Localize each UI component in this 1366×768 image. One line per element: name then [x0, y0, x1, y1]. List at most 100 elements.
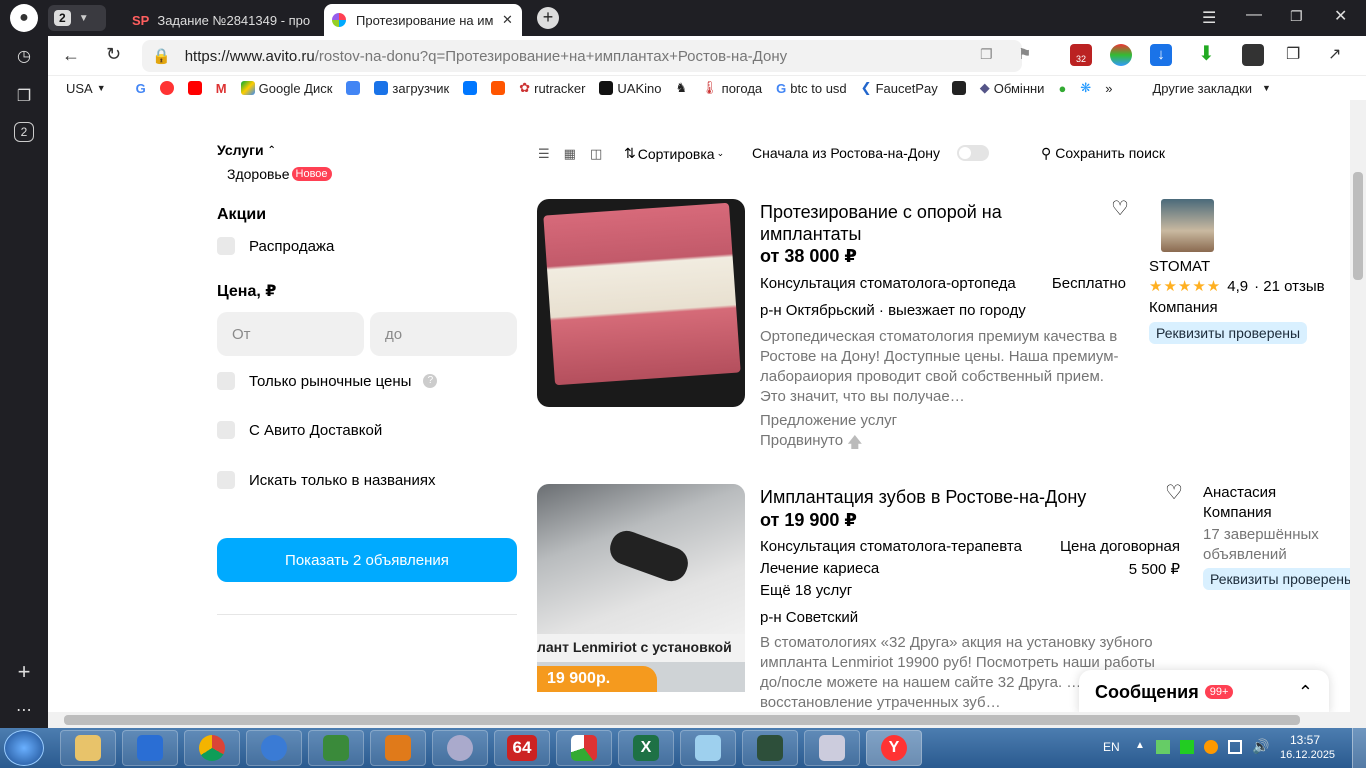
bookmark-weather[interactable]: 🌡 погода: [701, 80, 762, 96]
taskbar-notes[interactable]: [680, 730, 736, 766]
taskbar-explorer[interactable]: [60, 730, 116, 766]
tray-orange-icon[interactable]: [1204, 740, 1218, 754]
vertical-scrollbar[interactable]: [1350, 100, 1366, 712]
sort-dropdown[interactable]: ⇅ Сортировка ⌄: [624, 145, 724, 162]
market-price-checkbox[interactable]: [217, 372, 235, 390]
review-count[interactable]: · 21 отзыв: [1254, 278, 1325, 295]
back-icon[interactable]: ←: [62, 45, 80, 66]
bookmark-chess[interactable]: ♞: [675, 80, 687, 96]
health-category[interactable]: Здоровье Новое: [227, 166, 332, 182]
tray-expand-icon[interactable]: ▲: [1135, 740, 1145, 751]
avito-delivery-checkbox[interactable]: [217, 421, 235, 439]
bookmark-f[interactable]: [491, 81, 506, 95]
bookmark-btc[interactable]: Gbtc to usd: [776, 81, 847, 96]
scroll-thumb[interactable]: [1353, 172, 1363, 280]
bookmark-star[interactable]: ❋: [1080, 80, 1091, 96]
extension-dark-icon[interactable]: [1242, 44, 1264, 66]
taskbar-excel[interactable]: X: [618, 730, 674, 766]
taskbar-aida64[interactable]: 64: [494, 730, 550, 766]
clock[interactable]: 13:57 16.12.2025: [1280, 733, 1335, 763]
taskbar-chrome[interactable]: [184, 730, 240, 766]
taskbar-monitor[interactable]: [742, 730, 798, 766]
history-icon[interactable]: ◷: [10, 42, 38, 70]
scroll-thumb[interactable]: [64, 715, 1300, 725]
bookmarks-overflow[interactable]: »: [1105, 81, 1112, 96]
more-icon[interactable]: ⋯: [10, 696, 38, 724]
download-manager-icon[interactable]: ⬇: [1198, 44, 1220, 66]
titles-only-row[interactable]: Искать только в названиях: [217, 471, 435, 489]
seller-name[interactable]: Анастасия: [1203, 484, 1276, 501]
map-view-icon[interactable]: ◫: [590, 146, 602, 162]
download-icon[interactable]: ↓: [1150, 44, 1172, 66]
taskbar-wise[interactable]: [122, 730, 178, 766]
close-window-icon[interactable]: ✕: [1334, 6, 1347, 26]
price-to-input[interactable]: до: [370, 312, 517, 356]
tray-app-icon[interactable]: [1156, 740, 1170, 754]
tab-task[interactable]: SP Задание №2841349 - про: [124, 4, 320, 36]
taskbar-media[interactable]: [370, 730, 426, 766]
bookmark-google[interactable]: G: [136, 81, 146, 96]
taskbar-chart-app[interactable]: [556, 730, 612, 766]
language-indicator[interactable]: EN: [1103, 740, 1120, 754]
add-panel-icon[interactable]: +: [10, 658, 38, 686]
bookmark-uakino[interactable]: UAKino: [599, 81, 661, 96]
grid-view-icon[interactable]: ▦: [564, 146, 576, 162]
help-icon[interactable]: ?: [423, 374, 438, 388]
bookmark-gmail[interactable]: M: [216, 81, 227, 96]
bookmark-yandex[interactable]: [159, 81, 174, 95]
list-view-icon[interactable]: ☰: [538, 146, 550, 162]
other-bookmarks[interactable]: Другие закладки ▼: [1152, 81, 1271, 96]
extension-globe-icon[interactable]: [1110, 44, 1132, 66]
market-price-row[interactable]: Только рыночные цены ?: [217, 372, 438, 390]
taskbar-clock[interactable]: [432, 730, 488, 766]
sale-checkbox[interactable]: [217, 237, 235, 255]
bookmark-google-drive[interactable]: Google Диск: [240, 81, 332, 96]
reader-icon[interactable]: ❐: [980, 46, 993, 63]
sale-checkbox-row[interactable]: Распродажа: [217, 237, 334, 255]
seller-name[interactable]: STOMAT: [1149, 258, 1210, 275]
services-filter-toggle[interactable]: Услуги ⌃: [217, 142, 276, 158]
extension-calendar-icon[interactable]: 32: [1070, 44, 1092, 66]
close-tab-icon[interactable]: ✕: [502, 12, 513, 28]
tab-count-icon[interactable]: 2: [14, 122, 34, 142]
bookmark-icon[interactable]: ⚑: [1018, 45, 1031, 63]
bookmark-translate[interactable]: [346, 81, 361, 95]
network-icon[interactable]: [1228, 740, 1242, 754]
volume-icon[interactable]: 🔊: [1252, 738, 1269, 755]
share-icon[interactable]: ↗: [1328, 44, 1341, 64]
save-search-button[interactable]: ⚲ Сохранить поиск: [1041, 145, 1165, 162]
price-from-input[interactable]: От: [217, 312, 364, 356]
tab-group-button[interactable]: 2 ▼: [48, 5, 106, 31]
bookmark-vk[interactable]: [463, 81, 478, 95]
extensions-icon[interactable]: ❐: [1286, 44, 1300, 64]
favorite-heart-icon[interactable]: ♡: [1165, 480, 1183, 505]
titles-only-checkbox[interactable]: [217, 471, 235, 489]
listing-image[interactable]: лант Lenmiriot с установкой 19 900р.: [537, 484, 745, 692]
bookmark-bc[interactable]: [951, 81, 966, 95]
more-services-link[interactable]: Ещё 18 услуг: [760, 582, 852, 599]
chevron-up-icon[interactable]: ⌃: [1298, 682, 1313, 703]
tab-avito[interactable]: Протезирование на им ✕: [324, 4, 522, 36]
horizontal-scrollbar[interactable]: [48, 712, 1366, 728]
listing-title[interactable]: Имплантация зубов в Ростове-на-Дону: [760, 486, 1086, 508]
bookmark-rutracker[interactable]: ✿ rutracker: [519, 80, 585, 96]
bookmark-usa[interactable]: USA ▼: [66, 81, 106, 96]
bookmark-exchange[interactable]: ◆ Обмінни: [980, 80, 1045, 96]
bookmark-youtube[interactable]: [187, 81, 202, 95]
bookmark-maps[interactable]: ●: [1058, 81, 1066, 96]
menu-icon[interactable]: ☰: [1202, 8, 1216, 28]
address-bar[interactable]: 🔒 https://www.avito.ru /rostov-na-donu?q…: [142, 40, 1022, 72]
taskbar-ram[interactable]: [308, 730, 364, 766]
reload-icon[interactable]: ↻: [106, 44, 121, 65]
show-results-button[interactable]: Показать 2 объявления: [217, 538, 517, 582]
collections-icon[interactable]: ❐: [10, 82, 38, 110]
bookmark-faucetpay[interactable]: ❮ FaucetPay: [861, 80, 938, 96]
messages-panel[interactable]: Сообщения 99+ ⌃: [1079, 670, 1329, 712]
tray-green-icon[interactable]: [1180, 740, 1194, 754]
restore-icon[interactable]: ❐: [1290, 8, 1303, 25]
rostov-first-toggle[interactable]: [957, 145, 989, 161]
bookmark-loader[interactable]: загрузчик: [374, 81, 449, 96]
seller-logo[interactable]: [1161, 199, 1214, 252]
favorite-heart-icon[interactable]: ♡: [1111, 196, 1129, 221]
listing-title[interactable]: Протезирование с опорой на имплантаты: [760, 201, 1090, 245]
